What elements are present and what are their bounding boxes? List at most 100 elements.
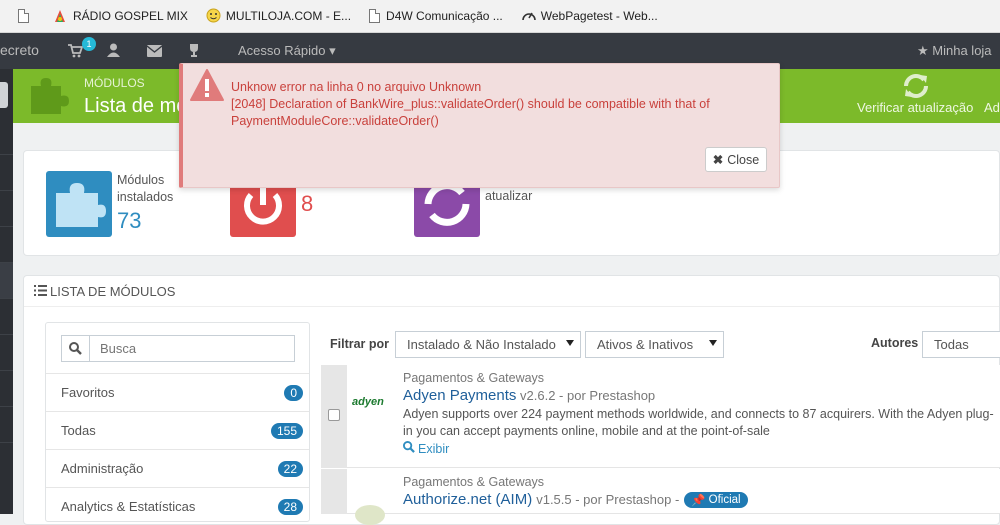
category-favoritos[interactable]: Favoritos 0 bbox=[46, 373, 309, 411]
module-category: Pagamentos & Gateways bbox=[403, 475, 545, 489]
bookmark-d4w[interactable]: D4W Comunicação ... bbox=[369, 9, 503, 23]
error-line: [2048] Declaration of BankWire_plus::val… bbox=[231, 97, 710, 111]
adyen-logo: adyen bbox=[352, 396, 384, 408]
sidebar-item[interactable] bbox=[0, 299, 13, 335]
sidebar-item[interactable] bbox=[0, 263, 13, 299]
sidebar-toggle[interactable] bbox=[0, 82, 8, 108]
module-list-heading: LISTA DE MÓDULOS bbox=[34, 284, 175, 299]
view-module-link[interactable]: Exibir bbox=[403, 441, 449, 456]
kpi-installed-value[interactable]: 73 bbox=[117, 208, 141, 234]
speedometer-icon bbox=[521, 8, 536, 24]
category-label: Administração bbox=[61, 461, 144, 476]
bookmark-webpagetest[interactable]: WebPagetest - Web... bbox=[521, 8, 658, 24]
module-row-adyen: adyen Pagamentos & Gateways Adyen Paymen… bbox=[321, 365, 1000, 468]
install-filter-select[interactable]: Instalado & Não Instalado bbox=[395, 331, 581, 358]
module-list-title: LISTA DE MÓDULOS bbox=[50, 284, 176, 299]
kpi-installed-label2: instalados bbox=[117, 190, 174, 204]
module-checkbox[interactable] bbox=[328, 409, 340, 421]
breadcrumb: MÓDULOS bbox=[84, 76, 145, 90]
official-badge: 📌 Oficial bbox=[684, 491, 748, 508]
check-update-label: Verificar atualização bbox=[857, 100, 974, 115]
module-name[interactable]: Adyen Payments bbox=[403, 387, 516, 404]
kpi-disabled-value[interactable]: 8 bbox=[301, 191, 313, 217]
module-name[interactable]: Authorize.net (AIM) bbox=[403, 491, 532, 508]
check-update-button[interactable]: Verificar atualização bbox=[857, 73, 977, 119]
quick-access-label: Acesso Rápido bbox=[238, 43, 326, 58]
warning-icon bbox=[189, 68, 225, 105]
module-title: Authorize.net (AIM) v1.5.5 - por Prestas… bbox=[403, 491, 748, 508]
bookmark-label: D4W Comunicação ... bbox=[386, 9, 503, 23]
category-todas[interactable]: Todas 155 bbox=[46, 411, 309, 449]
page-title: Lista de mó bbox=[84, 95, 188, 117]
my-store-link[interactable]: ★ Minha loja bbox=[917, 43, 992, 59]
search-icon bbox=[62, 336, 90, 361]
page-icon bbox=[369, 9, 381, 23]
category-administracao[interactable]: Administração 22 bbox=[46, 449, 309, 487]
refresh-icon bbox=[902, 73, 930, 102]
row-select-cell bbox=[321, 469, 347, 514]
category-count: 28 bbox=[277, 498, 303, 515]
bookmark-label: RÁDIO GOSPEL MIX bbox=[73, 9, 188, 23]
cart-icon[interactable] bbox=[67, 43, 84, 61]
pin-icon: 📌 bbox=[691, 494, 706, 507]
caret-down-icon bbox=[709, 340, 717, 346]
puzzle-icon bbox=[27, 74, 71, 119]
close-button[interactable]: ✖ Close bbox=[705, 147, 767, 172]
module-description: Adyen supports over 224 payment methods … bbox=[403, 407, 994, 438]
category-label: Favoritos bbox=[61, 385, 115, 400]
row-select-cell bbox=[321, 365, 347, 468]
page-icon bbox=[18, 9, 29, 23]
sidebar-item[interactable] bbox=[0, 191, 13, 227]
sidebar-item[interactable] bbox=[0, 371, 13, 407]
error-line: Unknow error na linha 0 no arquivo Unkno… bbox=[231, 80, 482, 94]
user-icon[interactable] bbox=[107, 43, 120, 60]
kpi-update-label: atualizar bbox=[485, 189, 533, 203]
category-count: 22 bbox=[277, 460, 303, 477]
category-list: Favoritos 0 Todas 155 Administração 22 Anal… bbox=[45, 322, 310, 522]
sidebar-item[interactable] bbox=[0, 155, 13, 191]
category-label: Analytics & Estatísticas bbox=[61, 499, 196, 514]
install-filter-value: Instalado & Não Instalado bbox=[407, 337, 556, 352]
trophy-icon[interactable] bbox=[187, 44, 201, 60]
envelope-icon[interactable] bbox=[146, 44, 163, 60]
caret-down-icon: ▾ bbox=[329, 43, 336, 58]
close-label: Close bbox=[727, 152, 760, 167]
module-category: Pagamentos & Gateways bbox=[403, 371, 545, 385]
active-filter-value: Ativos & Inativos bbox=[597, 337, 694, 352]
error-line: PaymentModuleCore::validateOrder() bbox=[231, 114, 439, 128]
module-version: v1.5.5 - por Prestashop - bbox=[536, 492, 680, 507]
add-module-button[interactable]: Ad bbox=[984, 100, 1000, 115]
kpi-installed-label1: Módulos bbox=[117, 173, 165, 187]
category-analytics[interactable]: Analytics & Estatísticas 28 bbox=[46, 487, 309, 521]
quick-access-menu[interactable]: Acesso Rápido ▾ bbox=[238, 43, 336, 59]
active-filter-select[interactable]: Ativos & Inativos bbox=[585, 331, 724, 358]
bookmark-radio-gospel[interactable]: RÁDIO GOSPEL MIX bbox=[53, 8, 188, 24]
bookmarks-bar: RÁDIO GOSPEL MIX MULTILOJA.COM - E... D4… bbox=[0, 0, 1000, 33]
sidebar-item[interactable] bbox=[0, 407, 13, 443]
close-icon: ✖ bbox=[712, 153, 724, 167]
bookmark-blank[interactable] bbox=[18, 9, 35, 23]
authors-value: Todas bbox=[934, 337, 969, 352]
authorize-logo bbox=[355, 505, 385, 525]
bookmark-multiloja[interactable]: MULTILOJA.COM - E... bbox=[206, 8, 351, 24]
module-title: Adyen Payments v2.6.2 - por Prestashop bbox=[403, 387, 655, 404]
puzzle-icon bbox=[56, 183, 106, 227]
authors-label: Autores bbox=[871, 336, 919, 350]
error-message: Unknow error na linha 0 no arquivo Unkno… bbox=[231, 79, 761, 130]
category-count: 155 bbox=[270, 422, 303, 439]
module-version: v2.6.2 - por Prestashop bbox=[520, 388, 656, 403]
search-box bbox=[61, 335, 295, 362]
filter-label: Filtrar por bbox=[330, 337, 390, 351]
search-input[interactable] bbox=[100, 341, 280, 356]
sidebar bbox=[0, 69, 13, 514]
brand-text[interactable]: ecreto bbox=[0, 42, 39, 58]
module-row-authorize: Pagamentos & Gateways Authorize.net (AIM… bbox=[321, 469, 1000, 525]
sidebar-item[interactable] bbox=[0, 335, 13, 371]
sidebar-item[interactable] bbox=[0, 119, 13, 155]
authors-select[interactable]: Todas bbox=[922, 331, 1000, 358]
sidebar-item[interactable] bbox=[0, 227, 13, 263]
category-label: Todas bbox=[61, 423, 96, 438]
bookmark-label: WebPagetest - Web... bbox=[540, 9, 658, 23]
bookmark-label: MULTILOJA.COM - E... bbox=[225, 9, 352, 23]
view-label: Exibir bbox=[418, 441, 450, 456]
